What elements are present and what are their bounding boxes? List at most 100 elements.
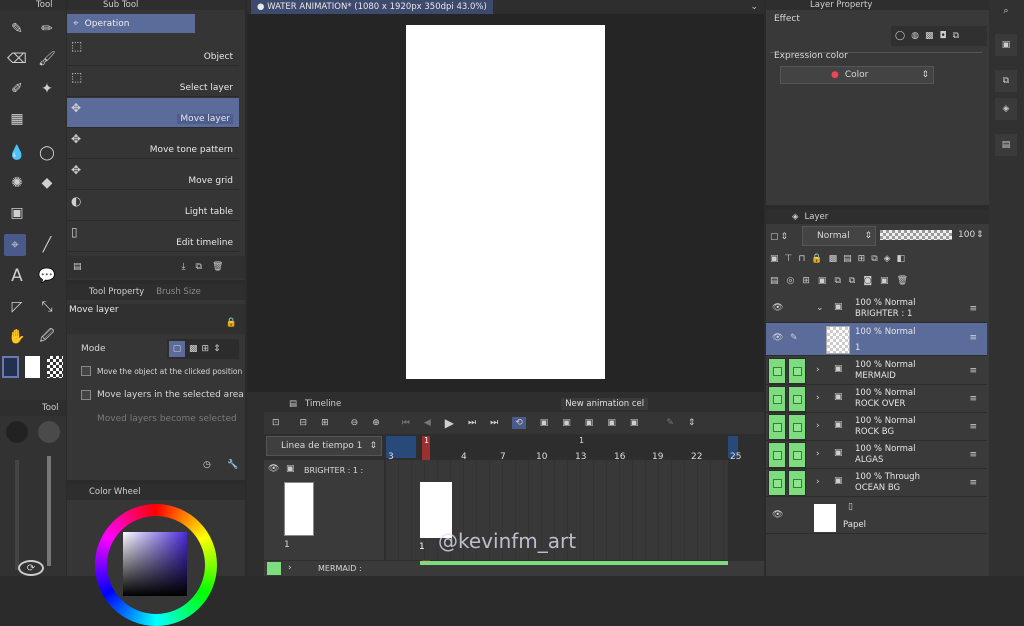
decoration-icon[interactable]: ✦	[36, 78, 58, 100]
last-frame-icon[interactable]: ⏭	[490, 418, 498, 428]
new-layer-icon[interactable]: ⊞	[802, 276, 810, 286]
specify-cel-icon[interactable]: ▣	[607, 418, 616, 428]
pen-icon[interactable]: ✎	[6, 18, 28, 40]
hand-icon[interactable]: ✋	[6, 326, 28, 348]
eye-icon[interactable]: 👁	[772, 333, 783, 343]
new-anim-cel-icon[interactable]: ▣	[562, 418, 571, 428]
blend-mode-select[interactable]: Normal ⇕	[802, 226, 876, 246]
balloon-icon[interactable]: 💬	[36, 265, 58, 287]
zoom-out-icon[interactable]: ⊖	[351, 418, 359, 428]
layer-row-paper[interactable]: 👁 ▯ Papel	[766, 500, 987, 534]
track-mermaid-expand-icon[interactable]: ›	[288, 563, 292, 573]
border-effect-icon[interactable]: ◯	[895, 31, 905, 41]
drag-handle-icon[interactable]: ≡	[969, 422, 977, 432]
zoom-in-icon[interactable]: ⊕	[372, 418, 380, 428]
track-eye-icon[interactable]: 👁	[268, 464, 279, 474]
fill-icon[interactable]: ◆	[36, 172, 58, 194]
layer-row[interactable]: 👁 ⌄ ▣ 100 % Normal BRIGHTER : 1 ≡	[766, 296, 987, 323]
new-vector-icon[interactable]: ◎	[787, 276, 795, 286]
mode-spinner-icon[interactable]: ⇕	[213, 344, 221, 354]
eraser-icon[interactable]: ⌫	[6, 48, 28, 70]
opacity-chevron-icon[interactable]: ⇕	[976, 230, 984, 240]
layer-row[interactable]: › ▣ 100 % Normal ROCK BG ≡	[766, 414, 987, 441]
move-operation-icon[interactable]: ⌖	[4, 234, 26, 256]
duplicate-icon[interactable]: ⧉	[196, 262, 202, 272]
brush-size-tab[interactable]: Brush Size	[156, 287, 201, 297]
sub-color-swatch[interactable]	[25, 356, 40, 378]
trash-icon[interactable]: 🗑	[212, 262, 223, 272]
first-frame-icon[interactable]: ⏮	[402, 418, 410, 428]
expression-color-select[interactable]: ● Color ⇕	[780, 66, 934, 84]
text-icon[interactable]: A	[6, 265, 28, 287]
expand-icon[interactable]: ⌄	[816, 303, 824, 313]
layer-row[interactable]: › ▣ 100 % Normal ALGAS ≡	[766, 442, 987, 469]
sub-item-edit-timeline[interactable]: ▯ Edit timeline	[67, 222, 239, 252]
mask-add-icon[interactable]: ◙	[863, 276, 872, 286]
layer-tab-icon[interactable]: ◈	[995, 98, 1017, 120]
expand-icon[interactable]: ›	[816, 365, 820, 375]
transfer-down-icon[interactable]: ⧉	[834, 276, 840, 286]
assign-cel-icon[interactable]: ▣	[585, 418, 594, 428]
merge-down-icon[interactable]: ⧉	[849, 276, 855, 286]
draft-layer-icon[interactable]: ⊤	[785, 254, 793, 264]
palette-icon[interactable]: ◈	[884, 254, 891, 264]
canvas-tab[interactable]: ● WATER ANIMATION* (1080 x 1920px 350dpi…	[251, 0, 493, 14]
opacity-slider[interactable]	[880, 230, 952, 240]
main-color-swatch[interactable]	[2, 356, 19, 378]
material-icon[interactable]: ▣	[995, 34, 1017, 56]
wrench-icon[interactable]: 🔧	[227, 460, 238, 470]
next-frame-icon[interactable]: ⏭	[468, 418, 476, 428]
timeline-new-icon[interactable]: ⊡	[272, 418, 280, 428]
blend-icon[interactable]: 💧	[6, 142, 28, 164]
opt1-checkbox[interactable]	[81, 366, 91, 376]
gradient-icon[interactable]: ▣	[6, 202, 28, 224]
pencil-icon[interactable]: ✏	[36, 18, 58, 40]
drag-handle-icon[interactable]: ≡	[969, 366, 977, 376]
timeline-select[interactable]: Linea de tiempo 1 ⇕	[266, 436, 382, 456]
tone-effect-icon[interactable]: ◍	[911, 31, 919, 41]
layer-lock-box[interactable]	[788, 442, 806, 468]
drag-handle-icon[interactable]: ≡	[969, 304, 977, 314]
mode-selector[interactable]: ▢ ▩ ⊞ ⇕	[167, 339, 239, 359]
layer-visible-box[interactable]	[768, 470, 786, 496]
layer-lock-box[interactable]	[788, 414, 806, 440]
blend-mode-toggle[interactable]: ▢ ⇕	[770, 228, 800, 246]
sub-item-light-table[interactable]: ◐ Light table	[67, 191, 239, 221]
tl-spinner-icon[interactable]: ⇕	[688, 418, 696, 428]
eyedropper-icon[interactable]: 🖉	[36, 326, 58, 348]
new-anim-folder-icon[interactable]: ▣	[540, 418, 549, 428]
track-brighter[interactable]: 👁 ▣ BRIGHTER : 1 : 1	[264, 460, 384, 560]
mode-rect-icon[interactable]: ▢	[169, 341, 185, 357]
canvas-menu-chevron-icon[interactable]: ⌄	[750, 0, 758, 14]
mode-tone-icon[interactable]: ▩	[189, 344, 198, 354]
layer-visible-box[interactable]	[768, 358, 786, 384]
sub-item-select-layer[interactable]: ⬚ Select layer	[67, 67, 239, 97]
expand-icon[interactable]: ›	[816, 449, 820, 459]
correct-line-icon[interactable]: ⤡	[36, 296, 58, 318]
sub-tool-menu-icon[interactable]: ▤	[73, 262, 82, 272]
sub-item-move-grid[interactable]: ✥ Move grid	[67, 160, 239, 190]
new-raster-icon[interactable]: ▤	[770, 276, 779, 286]
layer-color-icon[interactable]: ◘	[939, 31, 946, 41]
expand-icon[interactable]: ›	[816, 393, 820, 403]
timeline-edit2-icon[interactable]: ⊞	[321, 418, 329, 428]
brush-size-dot[interactable]	[6, 421, 28, 443]
frame-icon[interactable]: ▦	[6, 108, 28, 130]
lasso-icon[interactable]: ◯	[36, 142, 58, 164]
search-icon[interactable]: ⌕	[995, 2, 1017, 20]
import-icon[interactable]: ⤓	[182, 262, 186, 272]
opt2-checkbox[interactable]	[81, 390, 91, 400]
operation-group-tab[interactable]: ⌖ Operation	[67, 14, 195, 33]
frame-ruler[interactable]	[386, 436, 738, 458]
track-mermaid[interactable]: › MERMAID :	[264, 561, 764, 576]
onion-icon[interactable]: ▣	[630, 418, 639, 428]
drag-handle-icon[interactable]: ≡	[969, 478, 977, 488]
line-icon[interactable]: ╱	[36, 234, 58, 256]
layer-row[interactable]: › ▣ 100 % Normal MERMAID ≡	[766, 358, 987, 385]
ref-layer-icon[interactable]: ▣	[770, 254, 779, 264]
brush-size-dot-2[interactable]	[38, 421, 60, 443]
sub-item-move-tone[interactable]: ✥ Move tone pattern	[67, 129, 239, 159]
timeline-edit-icon[interactable]: ⊟	[300, 418, 308, 428]
airbrush-icon[interactable]: ✐	[6, 78, 28, 100]
ruler-layer-icon[interactable]: ⊞	[858, 254, 866, 264]
